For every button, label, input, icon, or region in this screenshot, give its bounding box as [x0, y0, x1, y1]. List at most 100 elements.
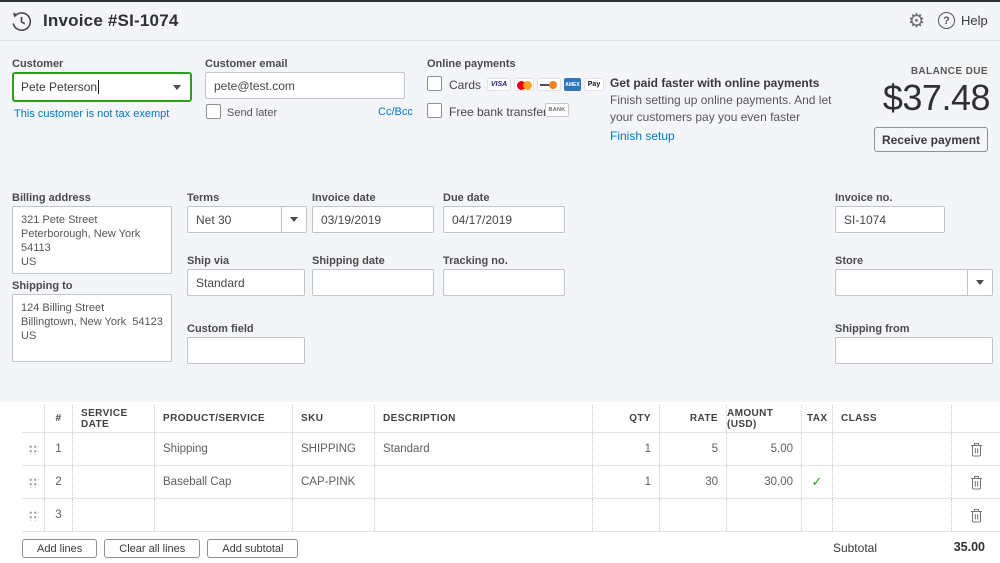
tax-cell[interactable]: [802, 433, 833, 465]
add-lines-button[interactable]: Add lines: [22, 539, 97, 558]
product-cell[interactable]: [155, 499, 293, 531]
col-service-date: SERVICE DATE: [73, 405, 155, 432]
amex-icon: AMEX: [564, 78, 581, 91]
tax-checkmark[interactable]: ✓: [802, 466, 833, 498]
customer-email-input[interactable]: [205, 72, 405, 99]
amount-cell[interactable]: 30.00: [727, 466, 802, 498]
qty-cell[interactable]: 1: [593, 433, 660, 465]
customer-select[interactable]: Pete Peterson: [12, 72, 192, 102]
ccbcc-link[interactable]: Cc/Bcc: [378, 106, 413, 118]
finish-setup-link[interactable]: Finish setup: [610, 129, 675, 143]
class-cell[interactable]: [833, 433, 952, 465]
header-bar: Invoice #SI-1074 ⚙ ? Help: [0, 2, 1000, 41]
visa-icon: VISA: [487, 78, 511, 91]
sku-cell[interactable]: SHIPPING: [293, 433, 375, 465]
description-cell[interactable]: [375, 466, 593, 498]
col-sku: SKU: [293, 405, 375, 432]
rate-cell[interactable]: 5: [660, 433, 727, 465]
help-label: Help: [961, 13, 988, 28]
shipping-date-label: Shipping date: [312, 255, 385, 267]
delete-row-button[interactable]: [952, 466, 1000, 498]
custom-field-label: Custom field: [187, 323, 254, 335]
billing-address-label: Billing address: [12, 192, 91, 204]
col-product-service: PRODUCT/SERVICE: [155, 405, 293, 432]
subtotal-value: 35.00: [954, 540, 985, 554]
ship-via-input[interactable]: [187, 269, 305, 296]
gear-icon[interactable]: ⚙: [908, 10, 925, 33]
table-row-2: 2 Baseball Cap CAP-PINK 1 30 30.00 ✓: [22, 466, 1000, 499]
rate-cell[interactable]: [660, 499, 727, 531]
cards-checkbox[interactable]: [427, 76, 442, 91]
delete-row-button[interactable]: [952, 499, 1000, 531]
cards-label: Cards: [449, 78, 481, 92]
bank-transfer-label: Free bank transfer: [449, 105, 547, 119]
bank-transfer-checkbox[interactable]: [427, 103, 442, 118]
text-cursor: [98, 80, 99, 94]
qty-cell[interactable]: 1: [593, 466, 660, 498]
invoice-date-input[interactable]: [312, 206, 434, 233]
store-select[interactable]: [835, 269, 993, 296]
help-button[interactable]: ? Help: [938, 12, 988, 29]
sku-cell[interactable]: CAP-PINK: [293, 466, 375, 498]
clear-all-lines-button[interactable]: Clear all lines: [104, 539, 200, 558]
history-icon[interactable]: [10, 10, 33, 38]
send-later-checkbox[interactable]: [206, 104, 221, 119]
drag-handle[interactable]: [22, 499, 45, 531]
description-cell[interactable]: Standard: [375, 433, 593, 465]
due-date-input[interactable]: [443, 206, 565, 233]
due-date-label: Due date: [443, 192, 489, 204]
class-cell[interactable]: [833, 466, 952, 498]
shipping-from-input[interactable]: [835, 337, 993, 364]
store-label: Store: [835, 255, 863, 267]
table-actions: Add lines Clear all lines Add subtotal: [22, 539, 298, 558]
help-icon: ?: [938, 12, 955, 29]
tracking-no-input[interactable]: [443, 269, 565, 296]
drag-dots-icon: [28, 444, 39, 455]
invoice-no-input[interactable]: [835, 206, 945, 233]
receive-payment-button[interactable]: Receive payment: [874, 127, 988, 152]
service-date-cell[interactable]: [73, 433, 155, 465]
table-row-1: 1 Shipping SHIPPING Standard 1 5 5.00: [22, 433, 1000, 466]
product-cell[interactable]: Shipping: [155, 433, 293, 465]
rate-cell[interactable]: 30: [660, 466, 727, 498]
balance-due-amount: $37.48: [883, 77, 990, 119]
description-cell[interactable]: [375, 499, 593, 531]
customer-email-label: Customer email: [205, 58, 288, 70]
billing-address-field[interactable]: 321 Pete Street Peterborough, New York 5…: [12, 206, 172, 274]
online-payments-label: Online payments: [427, 58, 516, 70]
invoice-page: Invoice #SI-1074 ⚙ ? Help Customer Pete …: [0, 0, 1000, 563]
class-cell[interactable]: [833, 499, 952, 531]
col-description: DESCRIPTION: [375, 405, 593, 432]
shipping-to-field[interactable]: 124 Billing Street Billingtown, New York…: [12, 294, 172, 362]
custom-field-input[interactable]: [187, 337, 305, 364]
tax-exempt-link[interactable]: This customer is not tax exempt: [14, 108, 169, 120]
chevron-down-icon[interactable]: [281, 207, 306, 232]
drag-dots-icon: [28, 510, 39, 521]
sku-cell[interactable]: [293, 499, 375, 531]
table-header-row: # SERVICE DATE PRODUCT/SERVICE SKU DESCR…: [22, 405, 1000, 433]
subtotal-label: Subtotal: [833, 541, 877, 555]
chevron-down-icon[interactable]: [967, 270, 992, 295]
shipping-to-label: Shipping to: [12, 280, 72, 292]
drag-handle[interactable]: [22, 433, 45, 465]
promo-line2: your customers pay you even faster: [610, 110, 800, 124]
shipping-date-input[interactable]: [312, 269, 434, 296]
chevron-down-icon[interactable]: [164, 85, 190, 90]
row-number: 2: [45, 466, 73, 498]
service-date-cell[interactable]: [73, 466, 155, 498]
drag-handle[interactable]: [22, 466, 45, 498]
delete-row-button[interactable]: [952, 433, 1000, 465]
mastercard-icon: [514, 78, 534, 91]
tax-cell[interactable]: [802, 499, 833, 531]
row-number: 1: [45, 433, 73, 465]
terms-value: Net 30: [188, 213, 281, 227]
qty-cell[interactable]: [593, 499, 660, 531]
amount-cell[interactable]: 5.00: [727, 433, 802, 465]
add-subtotal-button[interactable]: Add subtotal: [207, 539, 298, 558]
service-date-cell[interactable]: [73, 499, 155, 531]
balance-due-label: BALANCE DUE: [911, 66, 988, 77]
terms-select[interactable]: Net 30: [187, 206, 307, 233]
col-actions: [952, 405, 1000, 432]
amount-cell[interactable]: [727, 499, 802, 531]
product-cell[interactable]: Baseball Cap: [155, 466, 293, 498]
